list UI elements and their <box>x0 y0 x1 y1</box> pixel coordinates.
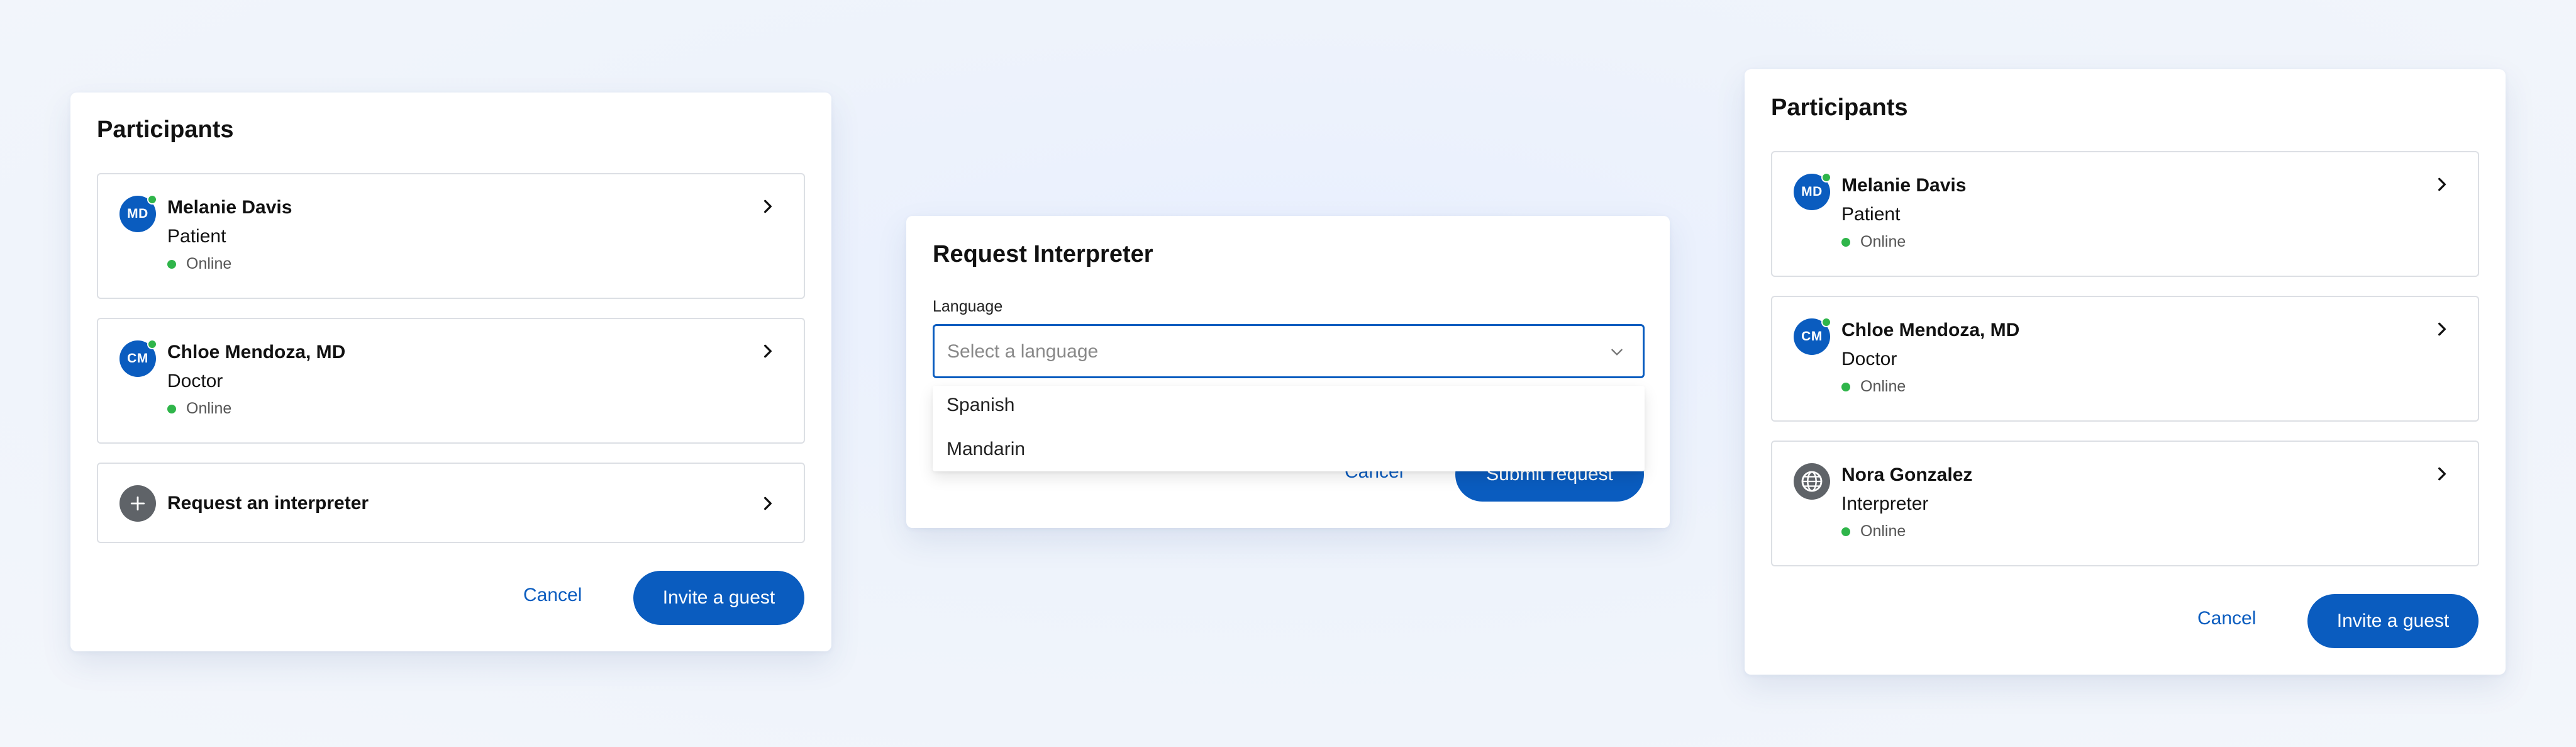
avatar: CM <box>1794 317 1831 355</box>
dialog-title: Request Interpreter <box>933 241 1153 267</box>
language-label: Language <box>933 298 1003 315</box>
chevron-down-icon <box>1611 349 1623 356</box>
request-interpreter-dialog: Request Interpreter Language Select a la… <box>906 216 1670 528</box>
panel-title: Participants <box>97 116 234 143</box>
language-dropdown: Spanish Mandarin <box>933 386 1645 471</box>
online-dot-icon <box>167 259 176 269</box>
avatar: CM <box>119 339 157 377</box>
participants-panel-left: Participants MD Melanie Davis Patient On… <box>70 93 831 651</box>
online-dot-icon <box>1841 382 1850 391</box>
chevron-right-icon[interactable] <box>2434 321 2450 337</box>
request-interpreter-label: Request an interpreter <box>167 493 369 514</box>
participant-status: Online <box>167 400 231 418</box>
invite-guest-button[interactable]: Invite a guest <box>633 571 804 625</box>
participants-panel-right: Participants MD Melanie Davis Patient On… <box>1745 69 2506 675</box>
participant-name: Chloe Mendoza, MD <box>167 342 346 362</box>
request-interpreter-row[interactable]: Request an interpreter <box>97 463 805 543</box>
participant-status: Online <box>1841 233 1906 251</box>
globe-icon <box>1794 463 1830 500</box>
avatar: MD <box>119 194 157 232</box>
participant-status: Online <box>1841 522 1906 541</box>
participant-role: Interpreter <box>1841 493 1929 514</box>
participant-name: Nora Gonzalez <box>1841 464 1973 485</box>
online-dot-icon <box>167 404 176 413</box>
online-indicator <box>147 194 157 205</box>
language-select[interactable]: Select a language <box>933 324 1645 378</box>
participant-role: Doctor <box>167 371 223 391</box>
participant-name: Chloe Mendoza, MD <box>1841 320 2020 340</box>
participant-row[interactable]: CM Chloe Mendoza, MD Doctor Online <box>97 318 805 444</box>
participant-role: Doctor <box>1841 349 1897 369</box>
participant-name: Melanie Davis <box>1841 175 1967 196</box>
cancel-button[interactable]: Cancel <box>523 585 582 606</box>
chevron-right-icon[interactable] <box>760 343 776 359</box>
panel-title: Participants <box>1771 94 1908 121</box>
add-icon <box>119 485 156 522</box>
participant-status: Online <box>1841 378 1906 396</box>
online-indicator <box>147 339 157 349</box>
chevron-right-icon[interactable] <box>2434 466 2450 482</box>
dropdown-option[interactable]: Spanish <box>947 395 1014 416</box>
chevron-right-icon[interactable] <box>2434 176 2450 193</box>
avatar: MD <box>1794 172 1831 210</box>
chevron-right-icon[interactable] <box>760 198 776 215</box>
participant-row[interactable]: Nora Gonzalez Interpreter Online <box>1771 441 2479 566</box>
cancel-button[interactable]: Cancel <box>2197 608 2256 629</box>
participant-name: Melanie Davis <box>167 197 292 218</box>
dropdown-option[interactable]: Mandarin <box>947 439 1025 460</box>
online-dot-icon <box>1841 527 1850 536</box>
participant-role: Patient <box>1841 204 1901 225</box>
chevron-right-icon[interactable] <box>760 495 776 512</box>
invite-guest-button[interactable]: Invite a guest <box>2307 594 2479 648</box>
participant-row[interactable]: CM Chloe Mendoza, MD Doctor Online <box>1771 296 2479 422</box>
participant-status: Online <box>167 255 231 273</box>
participant-role: Patient <box>167 226 226 247</box>
participant-row[interactable]: MD Melanie Davis Patient Online <box>97 173 805 299</box>
participant-row[interactable]: MD Melanie Davis Patient Online <box>1771 151 2479 277</box>
select-placeholder: Select a language <box>947 341 1099 362</box>
online-indicator <box>1821 317 1831 327</box>
online-dot-icon <box>1841 237 1850 247</box>
online-indicator <box>1821 172 1831 183</box>
